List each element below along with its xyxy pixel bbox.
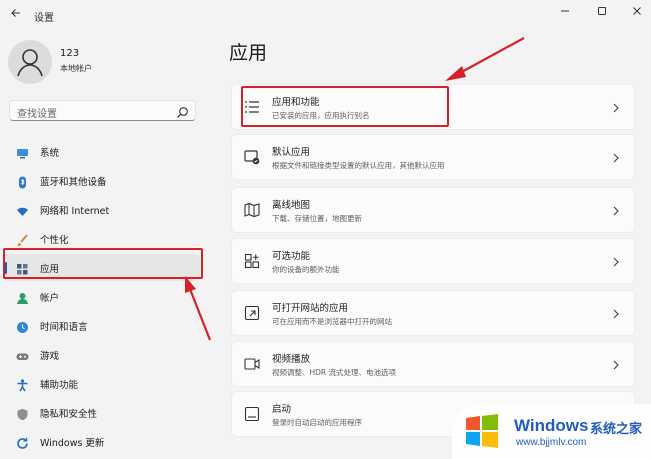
highlight-box-apps bbox=[3, 248, 203, 279]
update-icon bbox=[16, 435, 29, 449]
card-offline-maps[interactable]: 离线地图 下载、存储位置，地图更新 bbox=[231, 187, 635, 233]
optional-features-icon bbox=[244, 253, 260, 269]
card-optional-features[interactable]: 可选功能 你的设备的额外功能 bbox=[231, 238, 635, 284]
search-placeholder: 查找设置 bbox=[17, 109, 57, 120]
highlight-box-apps-features bbox=[241, 86, 449, 127]
card-subtitle: 登录时自动启动的应用程序 bbox=[272, 418, 362, 427]
sidebar-item-label: 辅助功能 bbox=[40, 380, 79, 391]
sidebar-item-gaming[interactable]: 游戏 bbox=[4, 341, 200, 368]
card-subtitle: 你的设备的额外功能 bbox=[272, 265, 340, 274]
card-title: 离线地图 bbox=[272, 200, 311, 211]
chevron-right-icon bbox=[612, 100, 620, 114]
startup-icon bbox=[244, 406, 260, 422]
sidebar-item-label: 蓝牙和其他设备 bbox=[40, 177, 107, 188]
card-default-apps[interactable]: 默认应用 根据文件和链接类型设置的默认应用，其他默认应用 bbox=[231, 134, 635, 180]
brush-icon bbox=[16, 232, 29, 246]
shield-icon bbox=[16, 406, 29, 421]
person-icon bbox=[16, 290, 29, 304]
default-apps-icon bbox=[244, 149, 260, 165]
sidebar-item-label: 帐户 bbox=[40, 293, 60, 304]
watermark: Windows 系统之家 www.bjjmlv.com bbox=[452, 404, 651, 459]
map-icon bbox=[244, 202, 260, 218]
back-arrow-icon[interactable] bbox=[8, 7, 24, 23]
card-title: 启动 bbox=[272, 404, 292, 415]
sidebar-item-label: 网络和 Internet bbox=[40, 206, 110, 217]
monitor-icon bbox=[16, 145, 29, 159]
sidebar-item-label: 个性化 bbox=[40, 235, 69, 246]
sidebar-item-bluetooth[interactable]: 蓝牙和其他设备 bbox=[4, 167, 200, 194]
sidebar-item-accounts[interactable]: 帐户 bbox=[4, 283, 200, 310]
gamepad-icon bbox=[16, 348, 29, 361]
window-title: 设置 bbox=[34, 13, 54, 24]
website-apps-icon bbox=[244, 305, 260, 321]
sidebar-item-label: 隐私和安全性 bbox=[40, 409, 98, 420]
globe-clock-icon bbox=[16, 319, 29, 333]
search-icon bbox=[176, 104, 189, 118]
accessibility-icon bbox=[16, 377, 29, 392]
watermark-cn: 系统之家 bbox=[590, 422, 643, 437]
sidebar-item-network[interactable]: 网络和 Internet bbox=[4, 196, 200, 223]
card-title: 默认应用 bbox=[272, 147, 311, 158]
chevron-right-icon bbox=[612, 150, 620, 164]
card-title: 视频播放 bbox=[272, 354, 311, 365]
card-website-apps[interactable]: 可打开网站的应用 可在应用而不是浏览器中打开的网站 bbox=[231, 290, 635, 336]
page-title: 应用 bbox=[229, 42, 268, 64]
card-subtitle: 下载、存储位置，地图更新 bbox=[272, 214, 362, 223]
user-name: 123 bbox=[60, 48, 80, 59]
arrow-to-card bbox=[445, 37, 525, 81]
card-subtitle: 视频调整、HDR 流式处理、电池选项 bbox=[272, 368, 397, 377]
user-profile[interactable]: 123 本地帐户 bbox=[8, 40, 208, 84]
minimize-icon[interactable] bbox=[555, 4, 575, 22]
avatar bbox=[8, 40, 52, 84]
bluetooth-icon bbox=[16, 174, 29, 189]
sidebar-item-label: 时间和语言 bbox=[40, 322, 88, 333]
account-type: 本地帐户 bbox=[60, 64, 92, 73]
chevron-right-icon bbox=[612, 306, 620, 320]
chevron-right-icon bbox=[612, 357, 620, 371]
sidebar-item-label: Windows 更新 bbox=[40, 438, 105, 449]
sidebar-item-system[interactable]: 系统 bbox=[4, 138, 200, 165]
card-title: 可打开网站的应用 bbox=[272, 303, 349, 314]
watermark-brand: Windows bbox=[514, 416, 589, 435]
sidebar-item-accessibility[interactable]: 辅助功能 bbox=[4, 370, 200, 397]
wifi-icon bbox=[16, 203, 29, 216]
chevron-right-icon bbox=[612, 254, 620, 268]
windows-logo-icon bbox=[462, 412, 502, 452]
sidebar-item-label: 系统 bbox=[40, 148, 60, 159]
watermark-url: www.bjjmlv.com bbox=[516, 437, 587, 448]
title-bar: 设置 bbox=[0, 0, 651, 30]
card-title: 可选功能 bbox=[272, 251, 311, 262]
card-subtitle: 根据文件和链接类型设置的默认应用，其他默认应用 bbox=[272, 161, 445, 170]
card-video-playback[interactable]: 视频播放 视频调整、HDR 流式处理、电池选项 bbox=[231, 341, 635, 387]
sidebar-item-windows-update[interactable]: Windows 更新 bbox=[4, 428, 200, 455]
maximize-icon[interactable] bbox=[592, 4, 612, 22]
search-input[interactable]: 查找设置 bbox=[9, 100, 196, 121]
close-icon[interactable] bbox=[627, 4, 647, 22]
video-icon bbox=[244, 356, 260, 372]
sidebar-item-time-language[interactable]: 时间和语言 bbox=[4, 312, 200, 339]
sidebar-item-label: 游戏 bbox=[40, 351, 60, 362]
sidebar-item-privacy[interactable]: 隐私和安全性 bbox=[4, 399, 200, 426]
chevron-right-icon bbox=[612, 203, 620, 217]
card-subtitle: 可在应用而不是浏览器中打开的网站 bbox=[272, 317, 392, 326]
